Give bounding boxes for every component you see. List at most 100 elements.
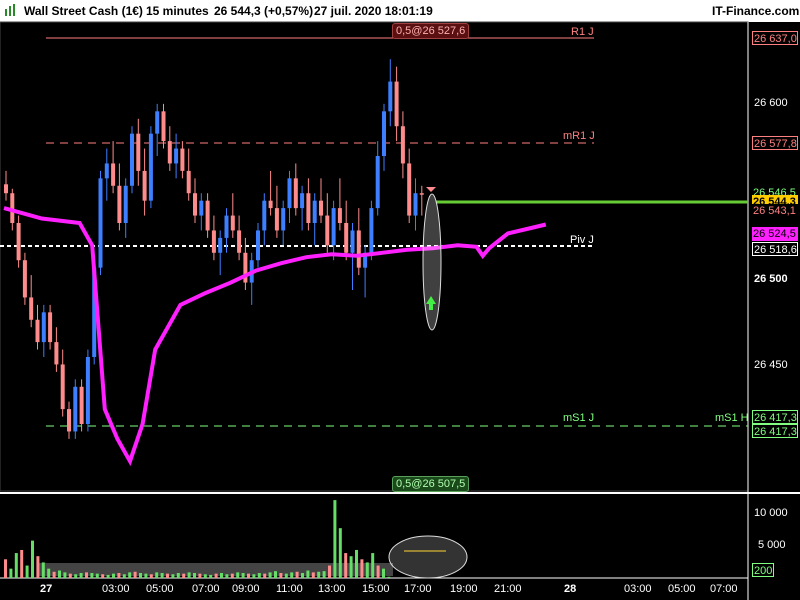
volume-bar <box>68 573 72 578</box>
candle-down[interactable] <box>16 223 21 261</box>
candle-down[interactable] <box>180 148 185 171</box>
volume-bar <box>187 572 191 578</box>
top-annotation-box[interactable]: 0,5@26 527,6 <box>392 23 470 39</box>
candle-down[interactable] <box>400 126 405 164</box>
candle-down[interactable] <box>337 208 342 223</box>
volume-highlight-ellipse[interactable] <box>388 535 468 579</box>
candle-down[interactable] <box>344 223 349 253</box>
volume-bar <box>149 574 153 578</box>
candle-down[interactable] <box>237 230 242 253</box>
volume-bar <box>328 565 331 578</box>
candle-down[interactable] <box>4 184 8 194</box>
candle-down[interactable] <box>205 200 210 231</box>
candle-up[interactable] <box>73 386 78 432</box>
candle-up[interactable] <box>382 111 386 156</box>
ma-price-label: 26 524,5 <box>752 227 798 241</box>
volume-bar <box>31 540 34 578</box>
candle-up[interactable] <box>300 193 305 209</box>
candle-down[interactable] <box>186 170 191 194</box>
volume-bar <box>274 571 277 578</box>
candle-down[interactable] <box>161 111 166 142</box>
candle-down[interactable] <box>274 208 279 231</box>
volume-bar <box>74 574 78 578</box>
candle-down[interactable] <box>394 81 399 127</box>
candle-down[interactable] <box>111 163 116 186</box>
candle-down[interactable] <box>167 141 172 164</box>
candle-down[interactable] <box>142 170 147 201</box>
candle-down[interactable] <box>117 185 122 223</box>
price-tick-26600: 26 600 <box>754 97 788 109</box>
candle-down[interactable] <box>268 200 273 209</box>
candle-down[interactable] <box>67 409 71 432</box>
volume-bar <box>4 559 7 578</box>
volume-bar <box>9 568 13 578</box>
candle-up[interactable] <box>155 111 160 134</box>
candle-up[interactable] <box>287 178 292 209</box>
candle-down[interactable] <box>306 193 311 223</box>
candle-up[interactable] <box>312 200 317 223</box>
candle-up[interactable] <box>148 133 153 201</box>
candle-up[interactable] <box>388 81 393 112</box>
price-chart[interactable] <box>0 0 800 600</box>
volume-bar <box>257 573 261 578</box>
candle-up[interactable] <box>256 230 260 261</box>
ms1h-price-label: 26 417,3 <box>752 424 798 438</box>
volume-bar <box>355 549 358 578</box>
volume-bar <box>214 573 218 578</box>
ms1-label: mS1 J <box>563 412 595 424</box>
volume-bar <box>20 549 24 578</box>
candle-down[interactable] <box>230 215 235 231</box>
candle-down[interactable] <box>29 297 34 320</box>
volume-bar <box>349 556 353 578</box>
candle-down[interactable] <box>193 193 197 216</box>
candle-up[interactable] <box>350 230 355 253</box>
candle-up[interactable] <box>375 156 380 209</box>
volume-tick-5000: 5 000 <box>758 539 786 551</box>
candle-up[interactable] <box>104 163 109 179</box>
volume-bar <box>144 573 148 578</box>
candle-up[interactable] <box>413 193 418 216</box>
volume-bar <box>63 572 67 578</box>
candle-down[interactable] <box>319 200 323 216</box>
candle-down[interactable] <box>54 342 59 365</box>
candle-up[interactable] <box>281 208 286 231</box>
bottom-annotation-box[interactable]: 0,5@26 507,5 <box>392 476 470 492</box>
candle-up[interactable] <box>262 200 267 231</box>
candle-up[interactable] <box>85 357 90 424</box>
down-arrow-icon[interactable] <box>426 187 436 192</box>
mr1-price-label: 26 577,8 <box>752 136 798 150</box>
volume-bar <box>25 565 29 578</box>
price-tick-26500: 26 500 <box>754 273 788 285</box>
candle-down[interactable] <box>419 193 424 195</box>
volume-bar <box>241 573 245 578</box>
ms1-price-label: 26 417,3 <box>752 410 798 424</box>
candle-up[interactable] <box>369 208 374 253</box>
candle-down[interactable] <box>136 133 141 171</box>
volume-bar <box>198 573 202 578</box>
time-axis-label: 27 <box>40 583 53 595</box>
candle-down[interactable] <box>79 386 84 424</box>
volume-bar <box>112 573 115 578</box>
candle-up[interactable] <box>41 312 46 343</box>
candle-up[interactable] <box>174 148 179 164</box>
time-axis-label: 03:00 <box>102 583 130 595</box>
candle-down[interactable] <box>48 312 53 343</box>
candle-up[interactable] <box>331 208 336 246</box>
candle-up[interactable] <box>199 200 204 216</box>
candle-up[interactable] <box>130 133 134 186</box>
volume-bar <box>160 573 164 578</box>
candle-down[interactable] <box>356 230 361 268</box>
candle-down[interactable] <box>293 178 298 209</box>
pivot-label: Piv J <box>570 234 594 246</box>
candle-up[interactable] <box>98 178 103 268</box>
candle-down[interactable] <box>211 230 216 253</box>
candle-down[interactable] <box>22 260 27 298</box>
candle-up[interactable] <box>224 215 229 238</box>
volume-bar <box>360 559 364 578</box>
candle-down[interactable] <box>325 215 330 246</box>
candle-down[interactable] <box>60 364 65 410</box>
candle-down[interactable] <box>35 319 40 343</box>
candle-up[interactable] <box>218 237 223 253</box>
candle-up[interactable] <box>123 185 128 223</box>
candle-down[interactable] <box>407 163 412 216</box>
